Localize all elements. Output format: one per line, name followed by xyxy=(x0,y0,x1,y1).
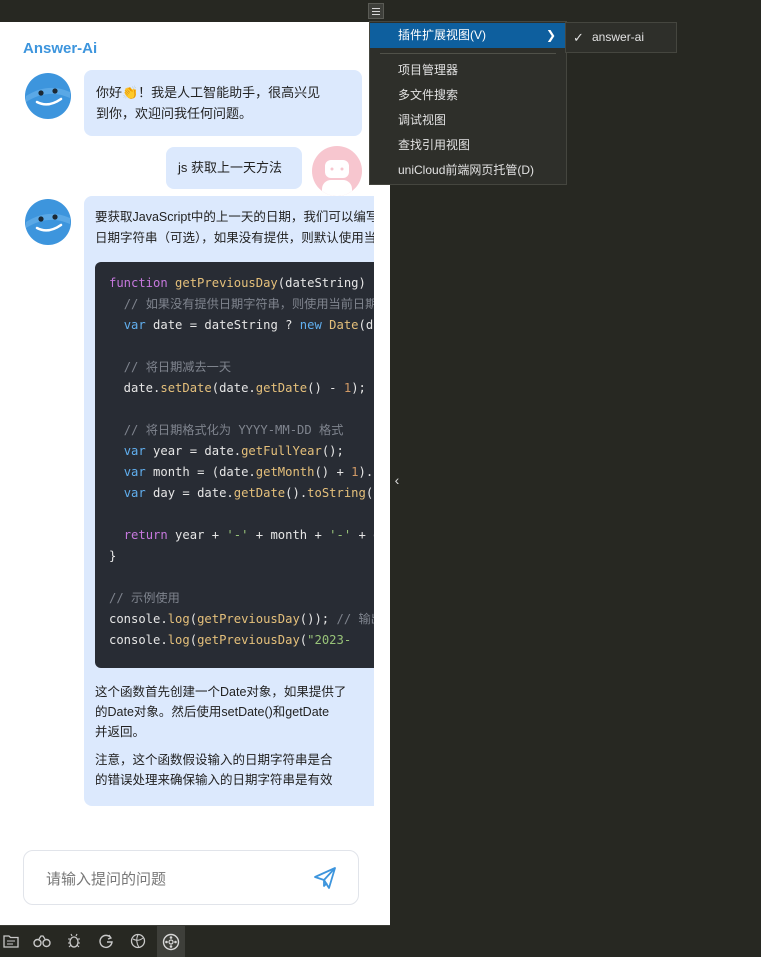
explain-paragraph: 这个函数首先创建一个Date对象，如果提供了 的Date对象。然后使用setDa… xyxy=(95,682,346,742)
bug-icon[interactable] xyxy=(65,932,83,950)
note-paragraph: 注意，这个函数假设输入的日期字符串是合 的错误处理来确保输入的日期字符串是有效 xyxy=(95,750,333,790)
submenu-item-answer-ai[interactable]: ✓ answer-ai xyxy=(566,25,676,50)
submenu-item-label: answer-ai xyxy=(592,30,645,44)
menu-item-find-references[interactable]: 查找引用视图 xyxy=(370,133,566,158)
answer-bubble: 要获取JavaScript中的上一天的日期，我们可以编写一个函数，该函数接受 日… xyxy=(84,196,374,806)
greeting-line-1: 你好👏！我是人工智能助手，很高兴见 xyxy=(96,85,321,100)
chevron-right-icon: ❯ xyxy=(545,28,556,42)
menu-item-label: 多文件搜索 xyxy=(398,88,459,102)
plugin-icon[interactable] xyxy=(157,926,185,957)
menu-item-label: 查找引用视图 xyxy=(398,138,471,152)
panel-menu-button[interactable] xyxy=(368,3,384,19)
menu-item-label: 项目管理器 xyxy=(398,63,459,77)
menu-item-multi-file-search[interactable]: 多文件搜索 xyxy=(370,83,566,108)
greeting-bubble: 你好👏！我是人工智能助手，很高兴见 到你，欢迎问我任何问题。 xyxy=(84,70,362,136)
answer-intro-line-1: 要获取JavaScript中的上一天的日期，我们可以编写一个函数，该函数接受 xyxy=(95,210,374,224)
checkmark-icon: ✓ xyxy=(573,30,584,45)
plugin-views-submenu: ✓ answer-ai xyxy=(565,22,677,53)
browser-icon[interactable] xyxy=(129,932,147,950)
menu-item-debug-view[interactable]: 调试视图 xyxy=(370,108,566,133)
question-input[interactable] xyxy=(44,867,298,891)
bottom-toolbar xyxy=(0,925,390,957)
bot-avatar xyxy=(25,199,71,245)
code-text: function getPreviousDay(dateString) { //… xyxy=(109,276,374,647)
collapse-panel-handle[interactable]: ‹ xyxy=(390,460,404,500)
menu-item-project-manager[interactable]: 项目管理器 xyxy=(370,58,566,83)
menu-divider xyxy=(380,53,556,54)
explain-line-3: 并返回。 xyxy=(95,725,146,739)
code-block: function getPreviousDay(dateString) { //… xyxy=(95,262,374,668)
greeting-line-2: 到你，欢迎问我任何问题。 xyxy=(96,106,253,121)
answer-ai-panel: Answer-Ai 你好👏！我是人工智能助手，很高兴见 到你，欢迎问我任何问题。… xyxy=(0,22,390,925)
refresh-g-icon[interactable] xyxy=(97,932,115,950)
note-line-1: 注意，这个函数假设输入的日期字符串是合 xyxy=(95,753,333,767)
user-question-bubble: js 获取上一天方法 xyxy=(166,147,302,189)
answer-intro-line-2: 日期字符串（可选），如果没有提供，则默认使用当前日期。 xyxy=(95,231,374,245)
send-icon[interactable] xyxy=(312,865,338,891)
user-question-text: js 获取上一天方法 xyxy=(178,160,283,175)
explain-line-2: 的Date对象。然后使用setDate()和getDate xyxy=(95,705,330,719)
note-line-2: 的错误处理来确保输入的日期字符串是有效 xyxy=(95,773,333,787)
bot-avatar xyxy=(25,73,71,119)
menu-item-plugin-views[interactable]: 插件扩展视图(V) ❯ xyxy=(370,23,566,48)
question-input-box xyxy=(23,850,359,905)
app-title: Answer-Ai xyxy=(23,40,98,57)
folder-icon[interactable] xyxy=(2,932,20,950)
view-menu: 插件扩展视图(V) ❯ 项目管理器 多文件搜索 调试视图 查找引用视图 uniC… xyxy=(369,21,567,185)
user-avatar xyxy=(312,146,362,196)
chevron-left-icon: ‹ xyxy=(394,472,400,488)
menu-item-unicloud-hosting[interactable]: uniCloud前端网页托管(D) xyxy=(370,158,566,183)
binoculars-icon[interactable] xyxy=(33,932,51,950)
menu-item-label: 插件扩展视图(V) xyxy=(398,28,486,42)
menu-item-label: 调试视图 xyxy=(398,113,447,127)
top-strip xyxy=(0,0,390,22)
menu-item-label: uniCloud前端网页托管(D) xyxy=(398,163,535,177)
explain-line-1: 这个函数首先创建一个Date对象，如果提供了 xyxy=(95,685,347,699)
